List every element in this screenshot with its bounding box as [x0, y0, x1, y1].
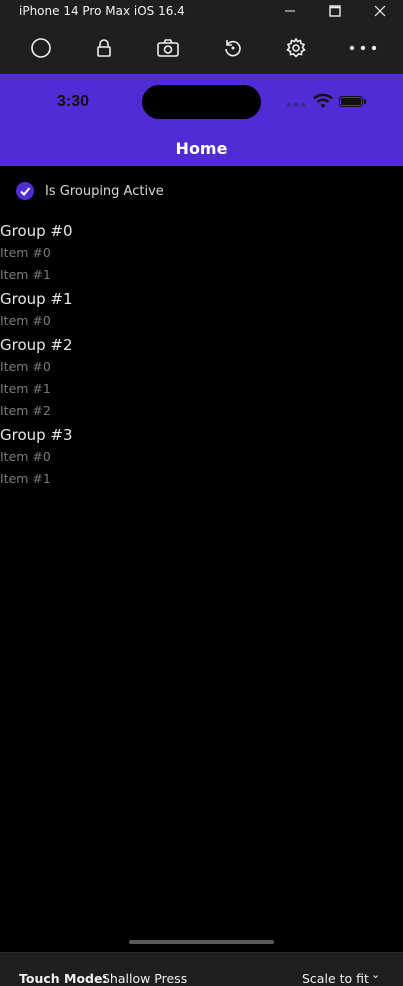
- group-header: Group #2: [0, 336, 73, 354]
- rotate-icon: [225, 40, 241, 57]
- grouping-checkbox-row[interactable]: Is Grouping Active: [16, 182, 164, 200]
- close-icon: [374, 5, 386, 17]
- signal-dot-icon: [301, 103, 305, 107]
- group-header: Group #1: [0, 290, 73, 308]
- signal-dot-icon: [287, 103, 291, 107]
- lock-button[interactable]: [91, 35, 117, 61]
- navigation-bar: Home: [0, 130, 403, 166]
- status-time: 3:30: [57, 93, 90, 110]
- list-item[interactable]: Item #2: [0, 400, 403, 422]
- touch-mode-label: Touch Mode:: [19, 971, 108, 986]
- list-item[interactable]: Item #0: [0, 356, 403, 378]
- grouping-checkbox-label: Is Grouping Active: [45, 183, 164, 199]
- app-content: Is Grouping Active Group #0 Item #0 Item…: [0, 166, 403, 952]
- group-header: Group #3: [0, 426, 73, 444]
- scale-dropdown[interactable]: Scale to fit: [302, 971, 369, 986]
- more-icon: [349, 45, 377, 51]
- simulator-toolbar: [0, 22, 403, 75]
- lock-icon: [97, 39, 111, 57]
- page-title: Home: [175, 138, 228, 158]
- rotate-button[interactable]: [220, 35, 246, 61]
- window-title: iPhone 14 Pro Max iOS 16.4: [19, 4, 185, 18]
- maximize-icon: [329, 5, 341, 17]
- close-button[interactable]: [360, 0, 400, 22]
- minimize-icon: [285, 10, 295, 12]
- simulator-footer: Touch Mode: Shallow Press Scale to fit ⌄: [0, 952, 403, 986]
- settings-icon: [286, 37, 306, 58]
- home-button[interactable]: [28, 35, 54, 61]
- list-item[interactable]: Item #1: [0, 468, 403, 490]
- list-item[interactable]: Item #0: [0, 242, 403, 264]
- home-icon: [31, 38, 51, 58]
- settings-button[interactable]: [283, 35, 309, 61]
- group-header: Group #0: [0, 222, 73, 240]
- minimize-button[interactable]: [270, 0, 310, 22]
- screenshot-icon: [157, 39, 179, 57]
- maximize-button[interactable]: [315, 0, 355, 22]
- more-button[interactable]: [348, 35, 378, 61]
- battery-icon: [339, 96, 363, 107]
- grouping-checkbox[interactable]: [16, 182, 34, 200]
- touch-mode-value[interactable]: Shallow Press: [102, 971, 187, 986]
- wifi-icon: [313, 93, 333, 108]
- home-indicator[interactable]: [129, 940, 274, 944]
- dynamic-island: [142, 85, 261, 119]
- grouped-list: Group #0 Item #0 Item #1 Group #1 Item #…: [0, 218, 403, 490]
- checkmark-icon: [20, 187, 31, 196]
- list-item[interactable]: Item #0: [0, 446, 403, 468]
- window-titlebar: iPhone 14 Pro Max iOS 16.4: [0, 0, 403, 22]
- list-item[interactable]: Item #1: [0, 378, 403, 400]
- screenshot-button[interactable]: [155, 35, 181, 61]
- signal-dot-icon: [294, 103, 298, 107]
- list-item[interactable]: Item #1: [0, 264, 403, 286]
- device-status-bar: 3:30: [0, 74, 403, 130]
- chevron-down-icon[interactable]: ⌄: [371, 968, 380, 981]
- battery-tip-icon: [364, 99, 366, 104]
- list-item[interactable]: Item #0: [0, 310, 403, 332]
